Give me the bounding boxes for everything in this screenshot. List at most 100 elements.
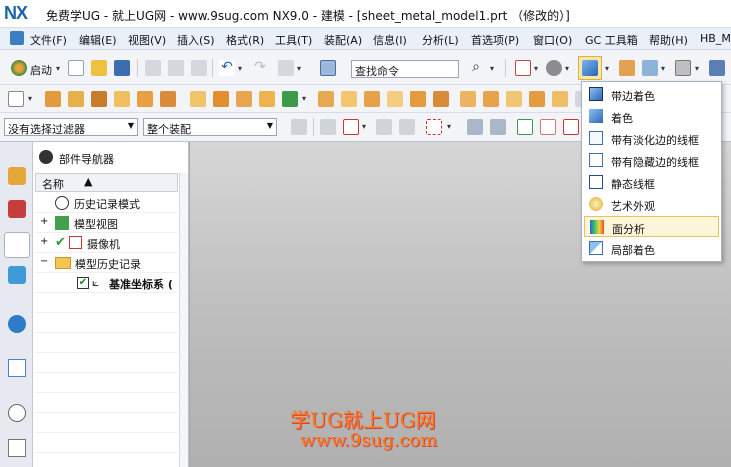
gusset-icon[interactable]	[318, 91, 334, 107]
rebend-icon[interactable]	[410, 91, 426, 107]
bead-icon[interactable]	[282, 91, 298, 107]
menu-help[interactable]: 帮助(H)	[649, 32, 688, 48]
select-box-dropdown-icon[interactable]: ▾	[28, 94, 32, 103]
tree-node-datum-csys[interactable]: ✔ ⟀ 基准坐标系 (	[35, 273, 178, 293]
command-finder-icon[interactable]	[320, 60, 336, 76]
snap-point-icon[interactable]	[343, 119, 359, 135]
bend-icon[interactable]	[137, 91, 153, 107]
dimple-icon[interactable]	[213, 91, 229, 107]
assembly-navigator-icon[interactable]	[8, 167, 26, 185]
color-swatch-icon[interactable]	[675, 60, 691, 76]
sheet-metal-tab-icon[interactable]	[45, 91, 61, 107]
visibility-checkbox[interactable]: ✔	[77, 277, 89, 289]
snap-arc-icon[interactable]	[399, 119, 415, 135]
render-style-dropdown-icon[interactable]: ▾	[605, 64, 609, 73]
select-icon[interactable]	[320, 119, 336, 135]
expand-icon[interactable]: +	[40, 216, 48, 227]
body-select-icon[interactable]	[490, 119, 506, 135]
rip-corner-icon[interactable]	[506, 91, 522, 107]
line-snap-icon[interactable]	[563, 119, 579, 135]
menu-gc-toolbox[interactable]: GC 工具箱	[585, 32, 638, 48]
open-folder-icon[interactable]	[91, 60, 107, 76]
background-dropdown-icon[interactable]: ▾	[661, 64, 665, 73]
start-icon[interactable]	[11, 60, 27, 76]
undo-dropdown-icon[interactable]: ▾	[238, 64, 242, 73]
expand-icon[interactable]: +	[40, 236, 48, 247]
menu-item-partially-shaded[interactable]: 局部着色	[584, 238, 719, 259]
menu-assembly[interactable]: 装配(A)	[324, 32, 362, 48]
menu-file[interactable]: 文件(F)	[30, 32, 67, 48]
copy-icon[interactable]	[168, 60, 184, 76]
select-box-icon[interactable]	[8, 91, 24, 107]
tree-node-cameras[interactable]: + ✔ 摄像机	[35, 233, 178, 253]
selection-filter-select[interactable]: 没有选择过滤器 ▼	[4, 118, 138, 136]
menu-item-face-analysis[interactable]: 面分析	[584, 216, 719, 237]
menu-tools[interactable]: 工具(T)	[275, 32, 312, 48]
menu-item-wireframe-hidden-edges[interactable]: 带有隐藏边的线框	[584, 150, 719, 171]
repeat-command-icon[interactable]	[278, 60, 294, 76]
tree-node-model-history[interactable]: − 模型历史记录	[35, 253, 178, 273]
sheet-metal-extra-icon[interactable]	[552, 91, 568, 107]
start-dropdown-icon[interactable]: ▾	[56, 64, 60, 73]
app-menu-icon[interactable]	[10, 31, 24, 45]
color-dropdown-icon[interactable]: ▾	[695, 64, 699, 73]
filter-settings-icon[interactable]	[291, 119, 307, 135]
repeat-dropdown-icon[interactable]: ▾	[297, 64, 301, 73]
menu-preferences[interactable]: 首选项(P)	[471, 32, 519, 48]
orient-dropdown-icon[interactable]: ▾	[565, 64, 569, 73]
search-dropdown-icon[interactable]: ▾	[490, 64, 494, 73]
reuse-library-icon[interactable]	[8, 266, 26, 284]
view-layout-icon[interactable]	[515, 60, 531, 76]
menu-item-studio[interactable]: 艺术外观	[584, 194, 719, 215]
convert-icon[interactable]	[483, 91, 499, 107]
menu-item-shaded[interactable]: 着色	[584, 106, 719, 127]
menu-format[interactable]: 格式(R)	[226, 32, 264, 48]
menu-item-shaded-with-edges[interactable]: 带边着色	[584, 84, 719, 105]
navigator-scrollbar[interactable]	[179, 173, 188, 467]
redo-icon[interactable]: ↷	[252, 60, 268, 76]
jog-icon[interactable]	[190, 91, 206, 107]
menu-view[interactable]: 视图(V)	[128, 32, 166, 48]
tree-node-model-views[interactable]: + 模型视图	[35, 213, 178, 233]
new-file-icon[interactable]	[68, 60, 84, 76]
column-header-name[interactable]: 名称 ▲	[35, 173, 178, 192]
menu-info[interactable]: 信息(I)	[373, 32, 407, 48]
cut-icon[interactable]	[145, 60, 161, 76]
bead-dropdown-icon[interactable]: ▾	[302, 94, 306, 103]
more-tools-icon[interactable]	[709, 60, 725, 76]
save-icon[interactable]	[114, 60, 130, 76]
flat-pattern-icon[interactable]	[460, 91, 476, 107]
menu-window[interactable]: 窗口(O)	[533, 32, 572, 48]
corner-icon[interactable]	[341, 91, 357, 107]
break-corner-icon[interactable]	[364, 91, 380, 107]
drawn-cutout-icon[interactable]	[259, 91, 275, 107]
menu-hb[interactable]: HB_M	[700, 32, 731, 45]
menu-insert[interactable]: 插入(S)	[177, 32, 215, 48]
view-layout-dropdown-icon[interactable]: ▾	[534, 64, 538, 73]
snap-line-icon[interactable]	[376, 119, 392, 135]
web-browser-icon[interactable]	[8, 359, 26, 377]
hem-flange-icon[interactable]	[160, 91, 176, 107]
search-icon[interactable]: ⌕	[468, 60, 484, 76]
menu-analysis[interactable]: 分析(L)	[422, 32, 459, 48]
background-icon[interactable]	[642, 60, 658, 76]
undo-icon[interactable]: ↶	[219, 60, 235, 76]
flange-icon[interactable]	[68, 91, 84, 107]
camera-orient-icon[interactable]	[546, 60, 562, 76]
face-select-icon[interactable]	[467, 119, 483, 135]
endpoint-snap-icon[interactable]	[540, 119, 556, 135]
navigator-pin-icon[interactable]	[39, 150, 53, 164]
point-snap-icon[interactable]	[517, 119, 533, 135]
cleanup-utility-icon[interactable]	[529, 91, 545, 107]
constraint-navigator-icon[interactable]	[8, 200, 26, 218]
lofted-flange-icon[interactable]	[114, 91, 130, 107]
hd3d-tools-icon[interactable]	[8, 315, 26, 333]
edit-object-display-icon[interactable]	[619, 60, 635, 76]
paste-icon[interactable]	[191, 60, 207, 76]
start-button[interactable]: 启动	[30, 62, 52, 78]
rectangle-select-icon[interactable]	[426, 119, 442, 135]
search-command-input[interactable]: 查找命令	[351, 60, 459, 78]
flat-solid-icon[interactable]	[433, 91, 449, 107]
system-materials-icon[interactable]	[8, 439, 26, 457]
unbend-icon[interactable]	[387, 91, 403, 107]
